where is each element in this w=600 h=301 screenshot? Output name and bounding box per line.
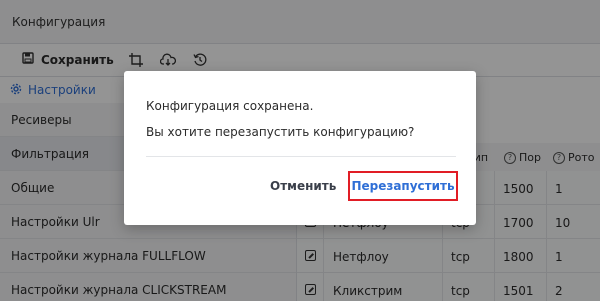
dialog-divider <box>146 156 456 157</box>
restart-button[interactable]: Перезапустить <box>348 171 458 201</box>
dialog-message: Конфигурация сохранена. <box>146 99 314 113</box>
restart-confirm-dialog: Конфигурация сохранена. Вы хотите переза… <box>124 71 476 225</box>
dialog-question: Вы хотите перезапустить конфигурацию? <box>146 125 415 139</box>
cancel-button[interactable]: Отменить <box>264 174 342 198</box>
